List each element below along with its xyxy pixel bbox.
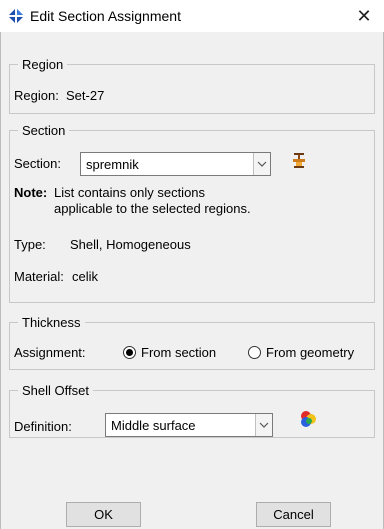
region-legend: Region — [18, 57, 68, 72]
material-label: Material: — [14, 269, 64, 284]
shell-offset-group: Shell Offset Definition: Middle surface — [9, 383, 375, 438]
region-value: Set-27 — [66, 88, 105, 103]
chevron-down-icon[interactable] — [253, 153, 270, 175]
offset-definition-combo[interactable]: Middle surface — [105, 413, 273, 437]
section-combo[interactable]: spremnik — [80, 152, 271, 176]
type-value: Shell, Homogeneous — [70, 237, 191, 252]
type-label: Type: — [14, 237, 46, 252]
material-value: celik — [72, 269, 99, 284]
assignment-label: Assignment: — [14, 345, 86, 360]
thickness-group: Thickness Assignment: From section From … — [9, 315, 375, 370]
chevron-down-icon[interactable] — [255, 414, 272, 436]
from-section-label[interactable]: From section — [141, 345, 216, 360]
window-left-edge — [0, 32, 1, 529]
surface-select-icon[interactable] — [299, 410, 317, 428]
note-line-2: applicable to the selected regions. — [54, 201, 251, 216]
edit-section-assignment-dialog: Edit Section Assignment ✕ Region Region:… — [0, 0, 384, 529]
radio-from-section[interactable] — [123, 346, 136, 359]
close-button[interactable]: ✕ — [344, 0, 384, 32]
note-line-1: List contains only sections — [54, 185, 206, 200]
definition-label: Definition: — [14, 419, 72, 434]
abaqus-logo-icon — [8, 8, 24, 24]
region-group: Region Region: Set-27 — [9, 57, 375, 114]
cancel-button[interactable]: Cancel — [256, 502, 331, 527]
shell-offset-legend: Shell Offset — [18, 383, 93, 398]
title-bar: Edit Section Assignment ✕ — [0, 0, 384, 32]
section-label: Section: — [14, 156, 61, 171]
from-geometry-label[interactable]: From geometry — [266, 345, 354, 360]
thickness-legend: Thickness — [18, 315, 85, 330]
window-title: Edit Section Assignment — [30, 8, 181, 24]
ok-button[interactable]: OK — [66, 502, 141, 527]
offset-definition-value: Middle surface — [111, 418, 196, 433]
section-legend: Section — [18, 123, 70, 138]
radio-from-geometry[interactable] — [248, 346, 261, 359]
section-manager-icon[interactable] — [291, 152, 307, 170]
region-label: Region: — [14, 88, 59, 103]
section-combo-value: spremnik — [86, 157, 139, 172]
radio-dot — [126, 349, 133, 356]
section-group: Section Section: spremnik Note: List con… — [9, 123, 375, 303]
note-label: Note: — [14, 185, 48, 200]
